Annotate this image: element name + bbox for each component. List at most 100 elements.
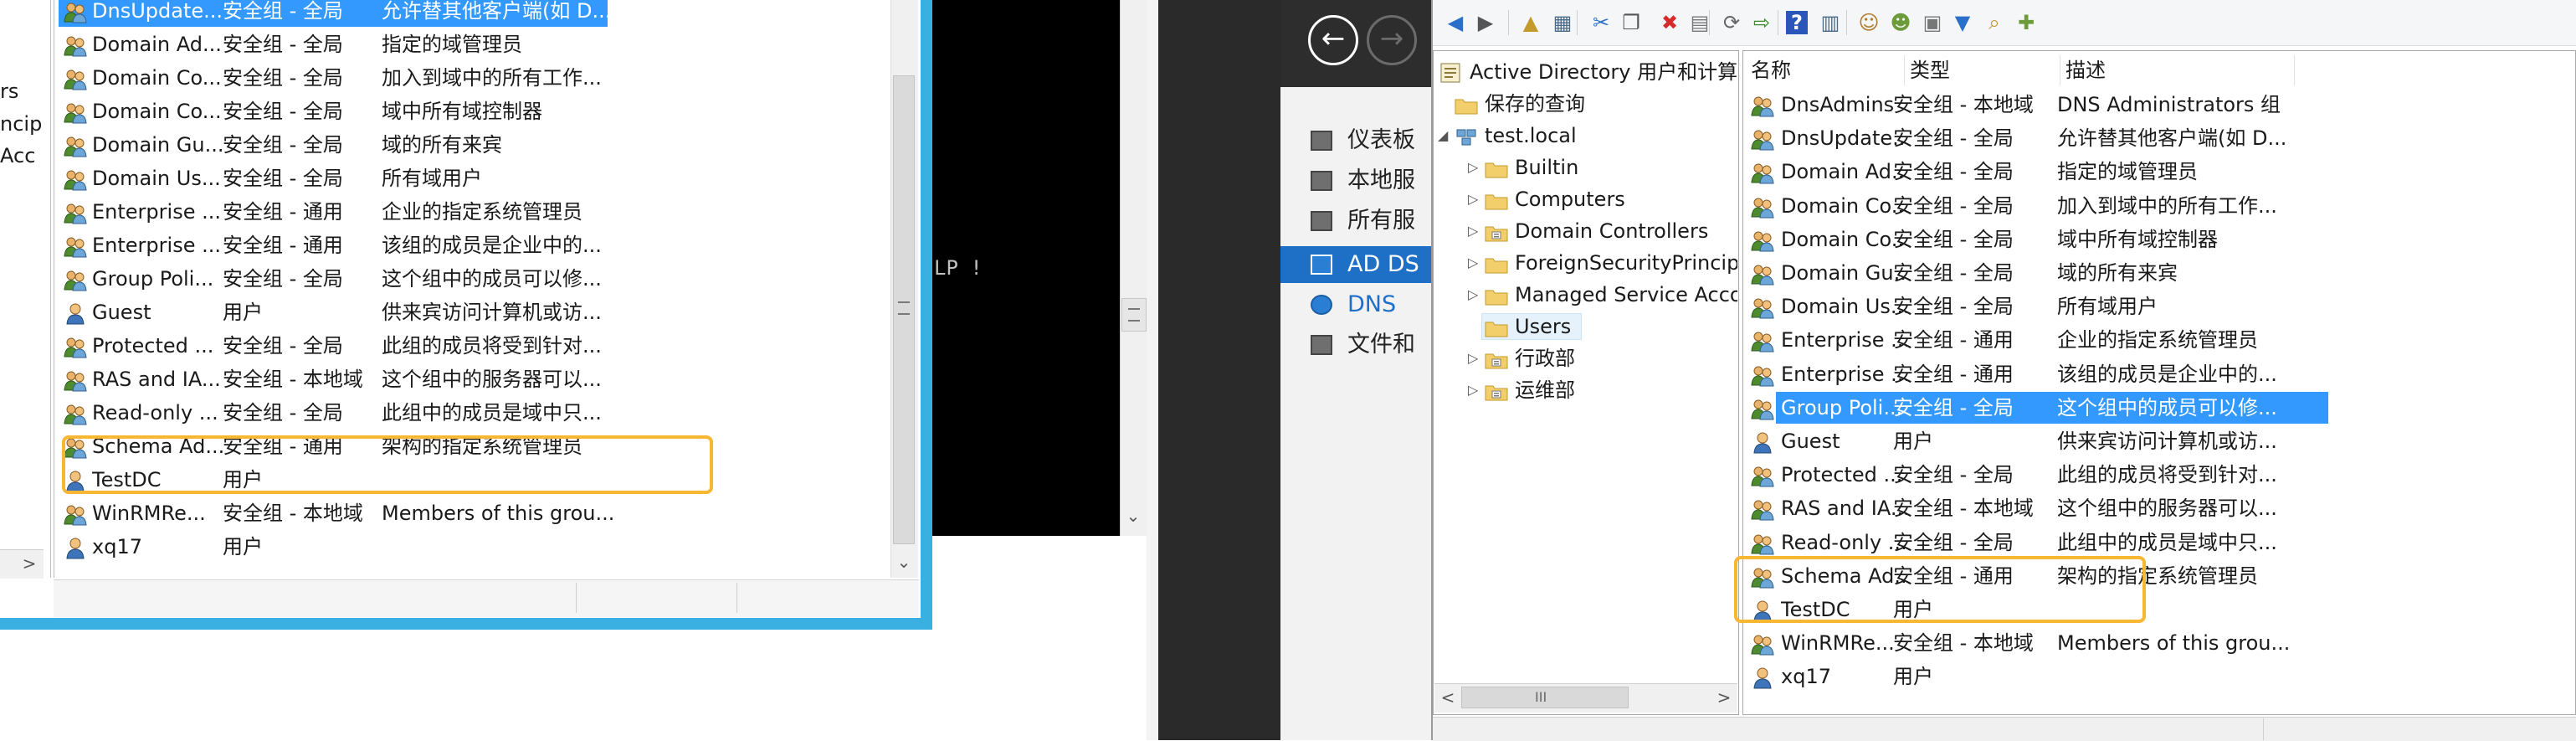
list-item[interactable]: Domain Us... 安全组 - 全局 所有域用户	[59, 162, 661, 194]
list-item[interactable]: DnsUpdate... 安全组 - 全局 允许替其他客户端(如 D...	[59, 0, 611, 27]
console-scrollbar[interactable]	[1120, 0, 1147, 536]
table-row[interactable]: Read-only ... 安全组 - 全局 此组中的成员是域中只...	[1746, 527, 2332, 558]
left-tree-partial-label: ncip	[0, 112, 43, 136]
item-name: DnsUpdate...	[92, 0, 223, 23]
add-group-icon[interactable]: ☻	[1886, 8, 1915, 37]
item-name: Domain Gu...	[92, 133, 224, 157]
table-row[interactable]: Domain Co... 安全组 - 全局 域中所有域控制器	[1746, 224, 2332, 255]
forward-circle-icon[interactable]: →	[1367, 15, 1417, 65]
tree-item[interactable]: ▷ Domain Controllers	[1433, 216, 1737, 246]
table-row[interactable]: Domain Co... 安全组 - 全局 加入到域中的所有工作...	[1746, 190, 2332, 222]
user-icon	[64, 537, 87, 559]
nav-item[interactable]: AD DS	[1280, 246, 1431, 283]
tree-item[interactable]: Users	[1433, 311, 1737, 342]
table-row[interactable]: Group Poli... 安全组 - 全局 这个组中的成员可以修...	[1746, 391, 2332, 424]
testdc-highlight-box-left	[62, 435, 713, 494]
refresh-icon[interactable]: ⟳	[1717, 8, 1746, 37]
expand-arrow-icon[interactable]: ▷	[1468, 375, 1478, 405]
nav-item[interactable]: 所有服	[1280, 203, 1431, 239]
list-item[interactable]: Read-only ... 安全组 - 全局 此组中的成员是域中只...	[59, 397, 661, 429]
table-row[interactable]: Guest 用户 供来宾访问计算机或访...	[1746, 425, 2332, 457]
tree-item[interactable]: 保存的查询	[1433, 89, 1737, 119]
table-row[interactable]: RAS and IA... 安全组 - 本地域 这个组中的服务器可以...	[1746, 492, 2332, 524]
item-name: xq17	[92, 535, 142, 558]
forward-arrow-icon[interactable]: ▶	[1471, 8, 1500, 37]
item-type: 安全组 - 全局	[1893, 530, 2014, 554]
table-row[interactable]: WinRMRe... 安全组 - 本地域 Members of this grou.…	[1746, 627, 2332, 659]
list-item[interactable]: Domain Gu... 安全组 - 全局 域的所有来宾	[59, 129, 661, 161]
list-item[interactable]: Enterprise ... 安全组 - 通用 企业的指定系统管理员	[59, 196, 661, 228]
show-console-tree-icon[interactable]: ▦	[1548, 8, 1577, 37]
table-row[interactable]: xq17 用户	[1746, 661, 2332, 692]
tree-item[interactable]: ▷ Builtin	[1433, 152, 1737, 183]
filter-icon[interactable]: ▼	[1948, 8, 1977, 37]
add-ou-icon[interactable]: ▣	[1918, 8, 1947, 37]
column-header-name[interactable]: 名称	[1746, 55, 1905, 85]
export-list-icon[interactable]: ⇨	[1747, 8, 1776, 37]
list-item[interactable]: Guest 用户 供来宾访问计算机或访...	[59, 296, 661, 328]
table-row[interactable]: Protected ... 安全组 - 全局 此组的成员将受到针对...	[1746, 459, 2332, 491]
list-item[interactable]: Enterprise ... 安全组 - 通用 该组的成员是企业中的...	[59, 229, 661, 261]
list-item[interactable]: Domain Co... 安全组 - 全局 加入到域中的所有工作...	[59, 62, 661, 94]
expand-arrow-icon[interactable]: ▷	[1468, 184, 1478, 214]
expand-arrow-icon[interactable]: ▷	[1468, 152, 1478, 183]
copy-icon[interactable]: ❐	[1617, 8, 1645, 37]
tree-item[interactable]: ◢ test.local	[1433, 121, 1737, 151]
table-row[interactable]: Domain Us... 安全组 - 全局 所有域用户	[1746, 291, 2332, 322]
nav-item[interactable]: 文件和	[1280, 327, 1431, 363]
column-header-desc[interactable]: 描述	[2060, 55, 2295, 85]
table-row[interactable]: Enterprise ... 安全组 - 通用 企业的指定系统管理员	[1746, 324, 2332, 356]
group-icon	[1751, 196, 1774, 219]
back-arrow-icon[interactable]: ◀	[1441, 8, 1470, 37]
expand-arrow-icon[interactable]: ▷	[1468, 248, 1478, 278]
item-type: 安全组 - 全局	[1893, 295, 2014, 319]
tree-item[interactable]: ▷ 行政部	[1433, 343, 1737, 373]
list-item[interactable]: Domain Ad... 安全组 - 全局 指定的域管理员	[59, 28, 661, 60]
cut-icon[interactable]: ✂	[1587, 8, 1615, 37]
nav-item[interactable]: 本地服	[1280, 162, 1431, 199]
tree-item-label: 保存的查询	[1485, 92, 1585, 116]
table-row[interactable]: Domain Gu... 安全组 - 全局 域的所有来宾	[1746, 257, 2332, 289]
help-icon[interactable]: ?	[1786, 11, 1808, 34]
tree-item[interactable]: Active Directory 用户和计算机	[1433, 57, 1737, 87]
tree-item[interactable]: ▷ Managed Service Acco	[1433, 280, 1737, 310]
tree-item[interactable]: ▷ 运维部	[1433, 375, 1737, 405]
list-item[interactable]: Group Poli... 安全组 - 全局 这个组中的成员可以修...	[59, 263, 661, 295]
list-item[interactable]: WinRMRe... 安全组 - 本地域 Members of this grou.…	[59, 497, 661, 529]
find-icon[interactable]: ⌕	[1980, 8, 2009, 37]
expand-arrow-icon[interactable]: ▷	[1468, 343, 1478, 373]
list-item[interactable]: Domain Co... 安全组 - 全局 域中所有域控制器	[59, 95, 661, 127]
chevron-right-icon[interactable]: >	[1712, 685, 1736, 710]
expanded-arrow-icon[interactable]: ◢	[1438, 121, 1448, 151]
table-row[interactable]: DnsUpdate... 安全组 - 全局 允许替其他客户端(如 D...	[1746, 122, 2332, 154]
add-to-group-icon[interactable]: ✚	[2012, 8, 2040, 37]
list-item[interactable]: xq17 用户	[59, 531, 661, 563]
chevron-down-icon[interactable]: ⌄	[1120, 506, 1147, 531]
nav-item[interactable]: 仪表板	[1280, 122, 1431, 159]
chevron-left-icon[interactable]: <	[1436, 685, 1460, 710]
table-row[interactable]: Domain Ad... 安全组 - 全局 指定的域管理员	[1746, 156, 2332, 188]
back-circle-icon[interactable]: ←	[1308, 15, 1358, 65]
item-type: 安全组 - 全局	[223, 33, 343, 56]
chevron-down-icon[interactable]: ⌄	[890, 549, 917, 574]
up-folder-icon[interactable]: ▲	[1516, 8, 1545, 37]
table-row[interactable]: Enterprise ... 安全组 - 通用 该组的成员是企业中的...	[1746, 358, 2332, 390]
list-item[interactable]: RAS and IA... 安全组 - 本地域 这个组中的服务器可以...	[59, 363, 661, 395]
folder-icon	[1485, 157, 1508, 183]
show-pane-icon[interactable]: ▥	[1816, 8, 1845, 37]
table-row[interactable]: DnsAdmins 安全组 - 本地域 DNS Administrators 组	[1746, 89, 2332, 121]
tree-item[interactable]: ▷ Computers	[1433, 184, 1737, 214]
column-header-type[interactable]: 类型	[1905, 55, 2060, 85]
item-type: 安全组 - 全局	[1893, 261, 2014, 285]
aduc-status-bar	[1433, 717, 2576, 741]
add-user-icon[interactable]: ☺	[1855, 8, 1883, 37]
item-desc: 加入到域中的所有工作...	[382, 66, 602, 90]
tree-item[interactable]: ▷ ForeignSecurityPrincipa	[1433, 248, 1737, 278]
list-item[interactable]: Protected ... 安全组 - 全局 此组的成员将受到针对...	[59, 330, 661, 362]
chevron-right-icon[interactable]: >	[17, 551, 42, 576]
nav-item[interactable]: DNS	[1280, 286, 1431, 323]
group-icon	[1751, 533, 1774, 555]
expand-arrow-icon[interactable]: ▷	[1468, 280, 1478, 310]
expand-arrow-icon[interactable]: ▷	[1468, 216, 1478, 246]
delete-icon[interactable]: ✖	[1655, 8, 1684, 37]
